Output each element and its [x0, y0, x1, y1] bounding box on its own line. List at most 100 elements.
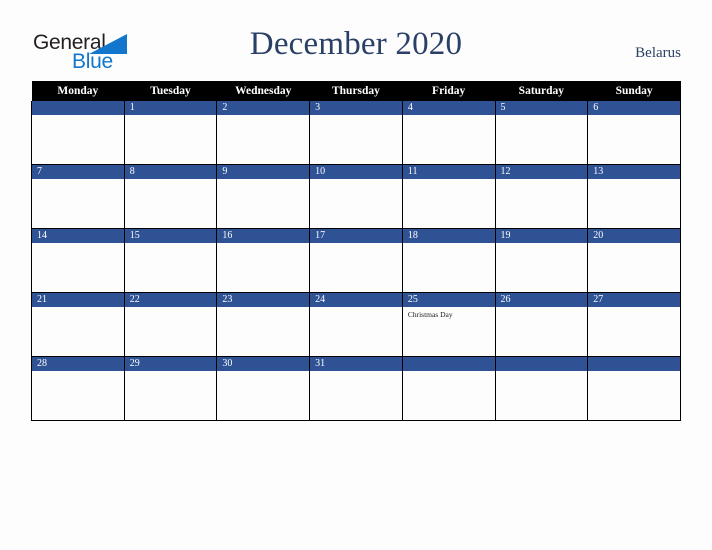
day-number: 24 — [310, 293, 402, 307]
day-number: 31 — [310, 357, 402, 371]
day-number: 29 — [124, 357, 217, 371]
calendar-day-cell[interactable] — [401, 356, 496, 421]
calendar-day-cell[interactable]: 9 — [216, 164, 311, 229]
day-number: 21 — [32, 293, 124, 307]
day-number: 7 — [32, 165, 124, 179]
calendar-day-cell[interactable]: 25 Christmas Day — [401, 292, 496, 357]
calendar-day-cell[interactable]: 16 — [216, 228, 311, 293]
weekday-header-friday: Friday — [402, 81, 496, 101]
day-content — [588, 371, 680, 420]
day-number: 18 — [402, 229, 495, 243]
day-number: 5 — [495, 101, 588, 115]
day-content — [403, 243, 495, 292]
day-content — [217, 371, 309, 420]
weekday-header-saturday: Saturday — [495, 81, 588, 101]
calendar-day-cell[interactable]: 3 — [309, 101, 403, 165]
calendar-day-cell[interactable]: 20 — [587, 228, 681, 293]
calendar-day-cell[interactable]: 18 — [401, 228, 496, 293]
day-content — [125, 115, 217, 164]
day-number: 8 — [124, 165, 217, 179]
calendar-day-cell[interactable]: 6 — [587, 101, 681, 165]
calendar-day-cell[interactable]: 19 — [494, 228, 589, 293]
day-number: 26 — [495, 293, 588, 307]
calendar-day-cell[interactable]: 2 — [216, 101, 311, 165]
day-number: 16 — [217, 229, 310, 243]
day-content — [496, 307, 588, 356]
day-number: 15 — [124, 229, 217, 243]
weekday-header-row: Monday Tuesday Wednesday Thursday Friday… — [31, 81, 681, 101]
calendar-week-row: 14 15 16 17 18 19 20 — [31, 228, 681, 293]
day-content — [496, 179, 588, 228]
calendar-day-cell[interactable]: 23 — [216, 292, 311, 357]
day-number: 6 — [588, 101, 680, 115]
calendar-day-cell[interactable]: 1 — [123, 101, 218, 165]
day-number: 13 — [588, 165, 680, 179]
calendar-week-row: 28 29 30 31 — [31, 356, 681, 421]
day-content — [125, 371, 217, 420]
day-number: 10 — [310, 165, 402, 179]
day-content — [217, 115, 309, 164]
calendar-day-cell[interactable]: 15 — [123, 228, 218, 293]
calendar-day-cell[interactable]: 21 — [31, 292, 125, 357]
day-number: 17 — [310, 229, 402, 243]
calendar-day-cell[interactable] — [494, 356, 589, 421]
calendar-day-cell[interactable]: 13 — [587, 164, 681, 229]
calendar-day-cell[interactable]: 5 — [494, 101, 589, 165]
calendar-day-cell[interactable]: 22 — [123, 292, 218, 357]
day-content — [32, 371, 124, 420]
day-content — [310, 115, 402, 164]
day-content — [125, 179, 217, 228]
calendar-day-cell[interactable]: 26 — [494, 292, 589, 357]
day-number: 20 — [588, 229, 680, 243]
calendar-day-cell[interactable] — [31, 101, 125, 165]
calendar-day-cell[interactable]: 31 — [309, 356, 403, 421]
day-number: 14 — [32, 229, 124, 243]
day-content — [125, 307, 217, 356]
day-content — [588, 115, 680, 164]
day-content — [403, 179, 495, 228]
day-number: 27 — [588, 293, 680, 307]
day-number: 12 — [495, 165, 588, 179]
day-content — [588, 307, 680, 356]
day-number — [402, 357, 495, 371]
calendar-day-cell[interactable]: 7 — [31, 164, 125, 229]
day-number: 23 — [217, 293, 310, 307]
day-content — [32, 179, 124, 228]
calendar-day-cell[interactable]: 17 — [309, 228, 403, 293]
day-number — [588, 357, 680, 371]
day-number: 11 — [402, 165, 495, 179]
calendar-day-cell[interactable]: 30 — [216, 356, 311, 421]
calendar-day-cell[interactable]: 12 — [494, 164, 589, 229]
calendar-day-cell[interactable] — [587, 356, 681, 421]
day-content — [310, 179, 402, 228]
calendar-day-cell[interactable]: 29 — [123, 356, 218, 421]
day-content — [32, 307, 124, 356]
day-content — [217, 179, 309, 228]
day-content — [588, 243, 680, 292]
day-number: 1 — [124, 101, 217, 115]
weekday-header-thursday: Thursday — [309, 81, 403, 101]
calendar-day-cell[interactable]: 8 — [123, 164, 218, 229]
day-number: 9 — [217, 165, 310, 179]
calendar-week-row: 7 8 9 10 11 12 13 — [31, 164, 681, 229]
day-content — [310, 307, 402, 356]
calendar-day-cell[interactable]: 11 — [401, 164, 496, 229]
day-number: 19 — [495, 229, 588, 243]
calendar-day-cell[interactable]: 24 — [309, 292, 403, 357]
day-number — [495, 357, 588, 371]
calendar-week-row: 21 22 23 24 25 Christmas Day 26 27 — [31, 292, 681, 357]
day-number: 25 — [402, 293, 495, 307]
calendar-day-cell[interactable]: 27 — [587, 292, 681, 357]
day-content — [496, 115, 588, 164]
weekday-header-sunday: Sunday — [587, 81, 681, 101]
calendar-day-cell[interactable]: 14 — [31, 228, 125, 293]
day-content — [217, 307, 309, 356]
day-number: 4 — [402, 101, 495, 115]
calendar-day-cell[interactable]: 4 — [401, 101, 496, 165]
day-content — [403, 371, 495, 420]
calendar-grid: Monday Tuesday Wednesday Thursday Friday… — [31, 81, 681, 421]
day-content — [496, 243, 588, 292]
calendar-day-cell[interactable]: 28 — [31, 356, 125, 421]
calendar-day-cell[interactable]: 10 — [309, 164, 403, 229]
day-number: 3 — [310, 101, 402, 115]
